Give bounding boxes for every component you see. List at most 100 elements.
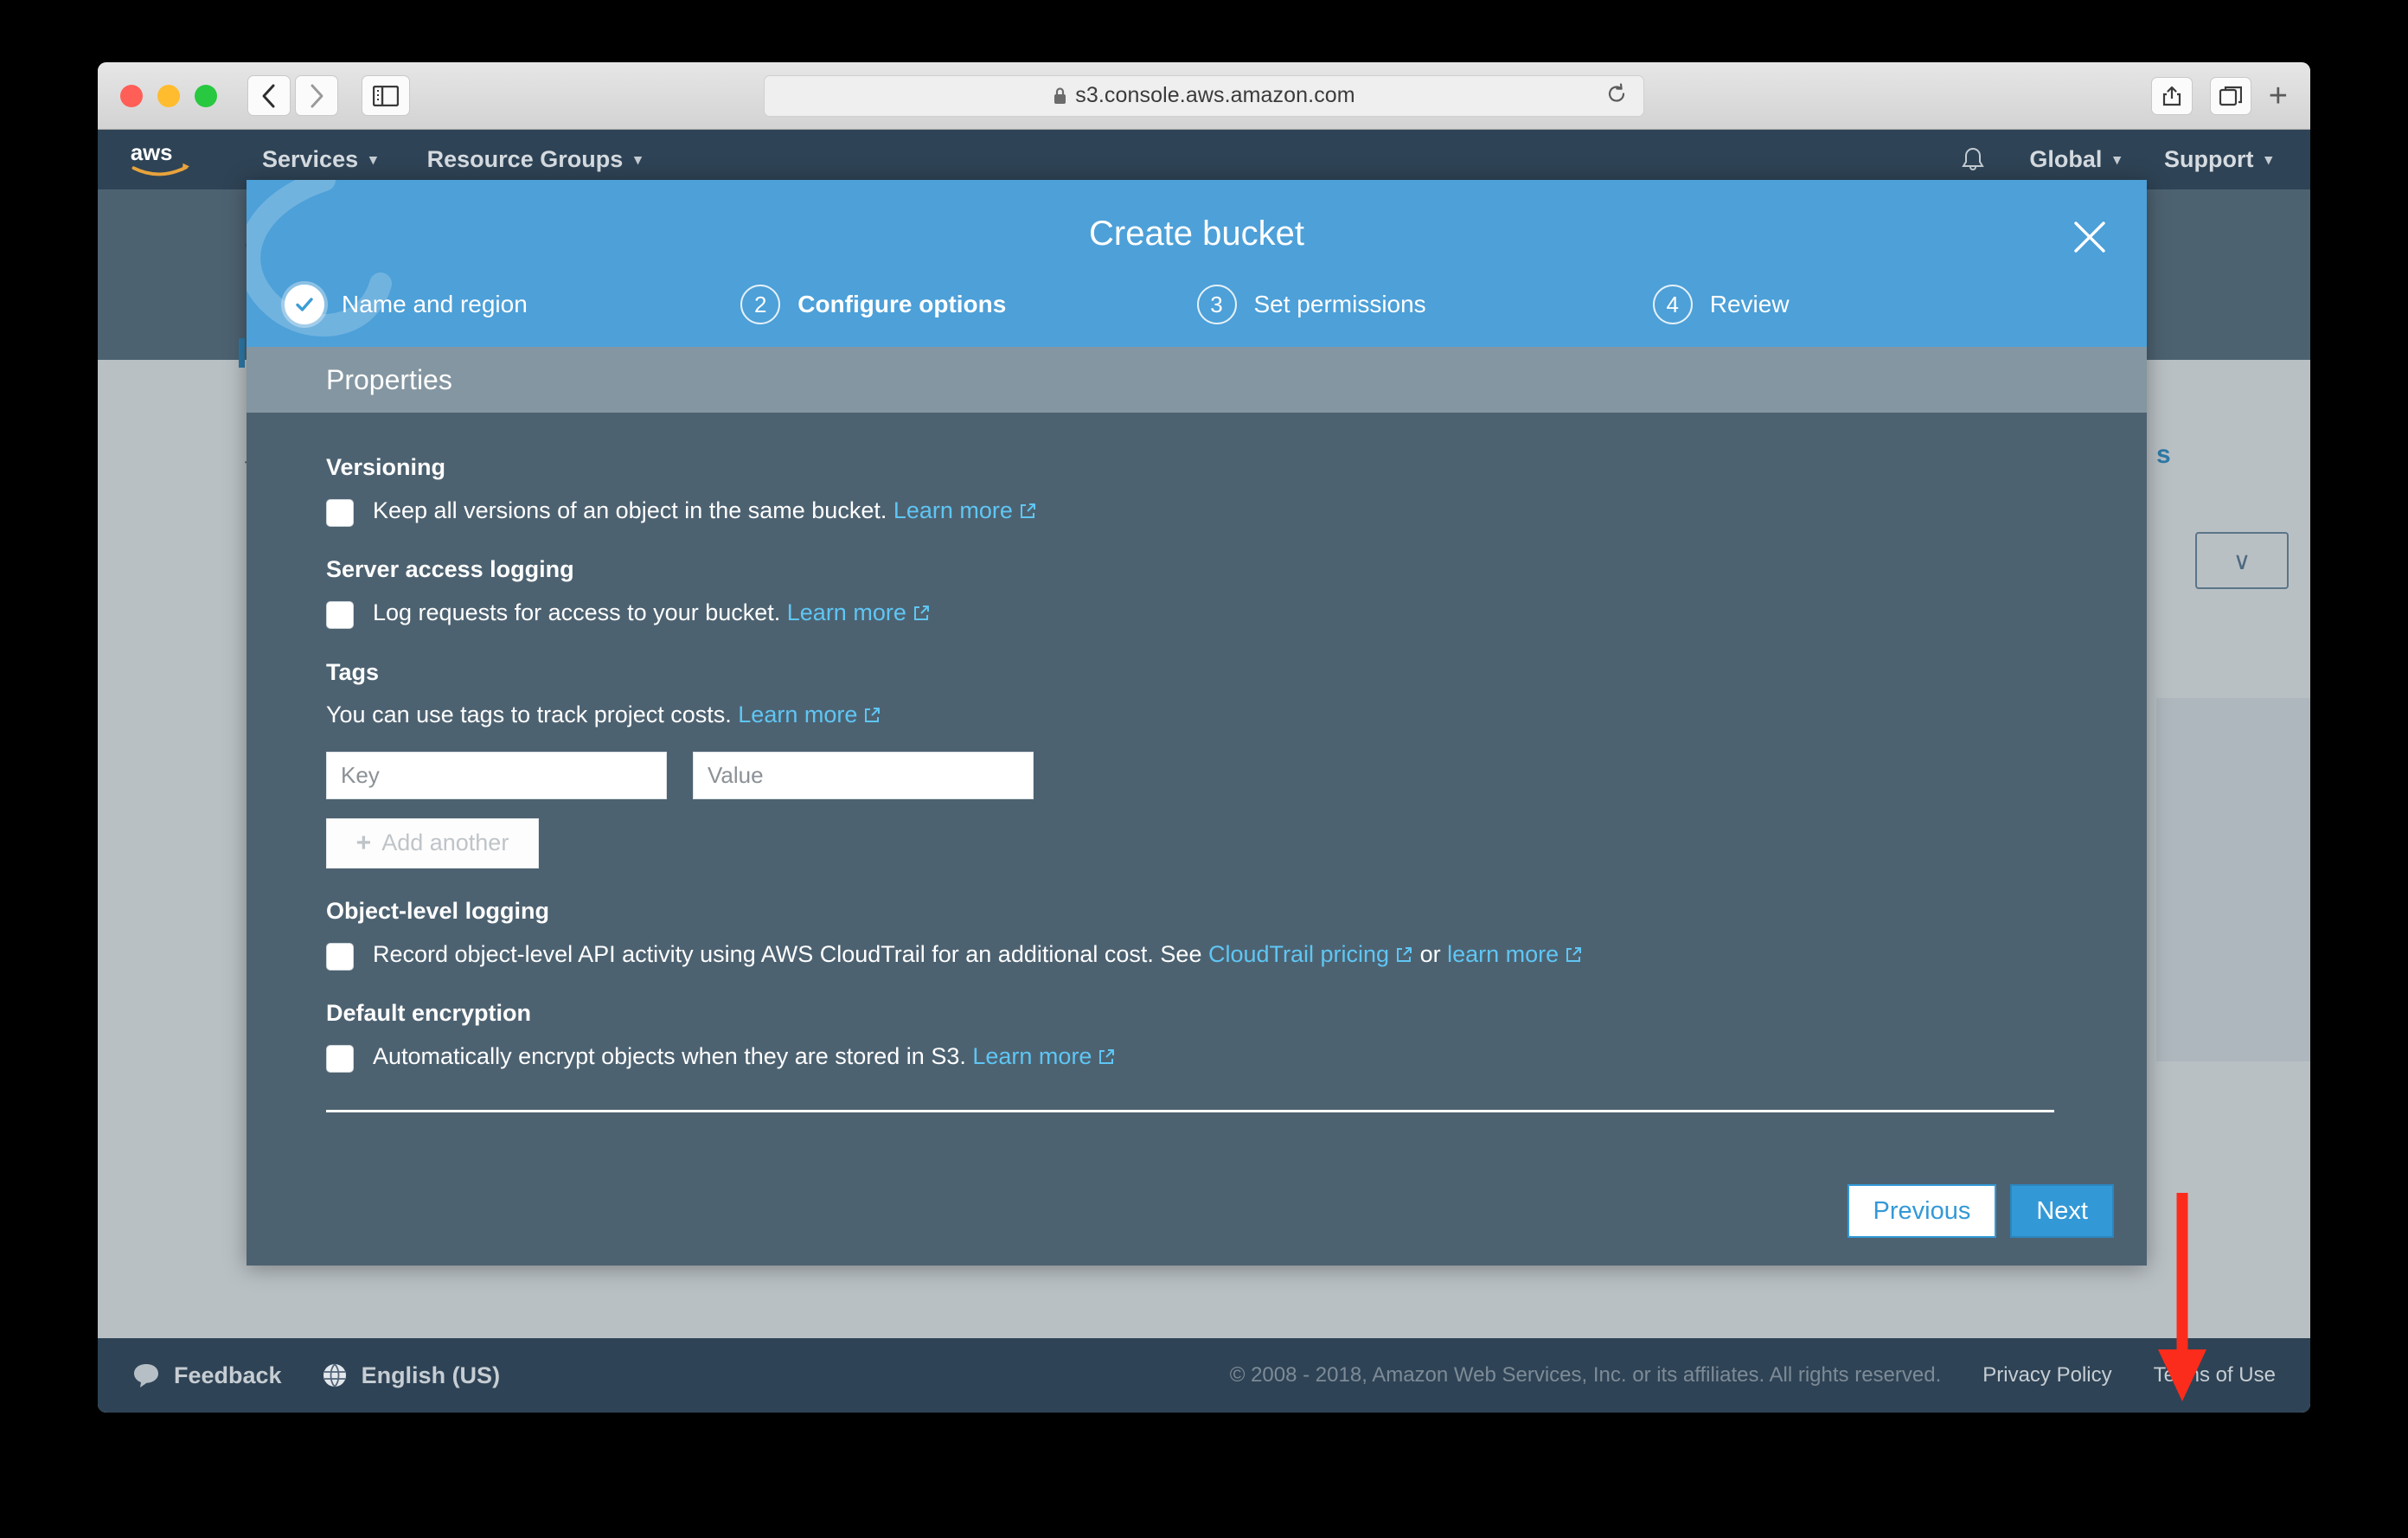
server-access-logging-description: Log requests for access to your bucket.	[373, 599, 781, 626]
default-encryption-learn-more-link[interactable]: Learn more	[972, 1043, 1092, 1069]
new-tab-button[interactable]: +	[2269, 80, 2288, 112]
browser-titlebar: s3.console.aws.amazon.com +	[98, 62, 2310, 130]
add-another-tag-button[interactable]: + Add another	[326, 817, 539, 868]
reload-button[interactable]	[1605, 82, 1628, 109]
versioning-learn-more-link[interactable]: Learn more	[893, 497, 1013, 523]
copyright-text: © 2008 - 2018, Amazon Web Services, Inc.…	[1229, 1363, 1942, 1387]
nav-item-services[interactable]: Services ▾	[262, 146, 377, 173]
versioning-description: Keep all versions of an object in the sa…	[373, 497, 887, 523]
share-button[interactable]	[2150, 76, 2193, 115]
minimize-window-button[interactable]	[157, 84, 180, 107]
default-encryption-description: Automatically encrypt objects when they …	[373, 1043, 966, 1070]
browser-toolbar-right: +	[2150, 76, 2288, 115]
tags-title: Tags	[326, 658, 380, 685]
browser-window: s3.console.aws.amazon.com + aws Services…	[98, 62, 2310, 1413]
dialog-footer-buttons: Previous Next	[1847, 1184, 2114, 1238]
url-text: s3.console.aws.amazon.com	[1075, 83, 1355, 107]
properties-title: Properties	[326, 363, 452, 395]
external-link-icon	[912, 601, 931, 629]
chevron-down-icon: ▾	[2264, 151, 2272, 168]
aws-nav-right: Global ▾ Support ▾	[1960, 145, 2272, 175]
default-encryption-option-row: Automatically encrypt objects when they …	[326, 1042, 2067, 1073]
external-link-icon	[1564, 943, 1583, 971]
wizard-step-configure-options[interactable]: 2 Configure options	[740, 285, 1196, 324]
object-level-logging-option-row: Record object-level API activity using A…	[326, 940, 2067, 971]
background-right-label: s	[2156, 440, 2171, 469]
tag-input-row: Key Value	[326, 751, 2067, 799]
server-access-logging-learn-more-link[interactable]: Learn more	[787, 599, 906, 625]
server-access-logging-title: Server access logging	[326, 556, 574, 583]
object-level-logging-checkbox[interactable]	[326, 942, 354, 971]
background-dropdown[interactable]: ∨	[2195, 532, 2289, 589]
aws-logo[interactable]: aws	[129, 141, 208, 177]
maximize-window-button[interactable]	[195, 84, 217, 107]
chevron-left-icon	[262, 84, 275, 107]
close-button[interactable]	[2067, 215, 2112, 260]
tag-key-input[interactable]: Key	[326, 751, 667, 799]
dialog-title: Create bucket	[1088, 215, 1305, 253]
add-another-label: Add another	[381, 830, 509, 856]
versioning-checkbox[interactable]	[326, 499, 354, 527]
create-bucket-dialog: Create bucket Name and region 2 Configur…	[247, 180, 2147, 1266]
object-level-logging-conjunction: or	[1419, 940, 1441, 967]
show-tabs-button[interactable]	[2209, 76, 2251, 115]
background-card	[2156, 698, 2310, 1061]
object-level-logging-description: Record object-level API activity using A…	[373, 940, 1202, 967]
feedback-button[interactable]: Feedback	[132, 1362, 282, 1389]
privacy-policy-link[interactable]: Privacy Policy	[1982, 1363, 2111, 1387]
server-access-logging-checkbox[interactable]	[326, 601, 354, 630]
default-encryption-text: Automatically encrypt objects when they …	[373, 1042, 1116, 1073]
sidebar-toggle-icon	[373, 85, 399, 106]
wizard-step-label: Configure options	[797, 291, 1007, 317]
nav-item-support[interactable]: Support ▾	[2164, 146, 2272, 173]
external-link-icon	[1394, 943, 1413, 971]
server-access-logging-text: Log requests for access to your bucket. …	[373, 599, 931, 629]
sidebar-toggle-button[interactable]	[362, 75, 410, 116]
window-controls	[120, 84, 217, 107]
footer-right-group: © 2008 - 2018, Amazon Web Services, Inc.…	[1230, 1363, 2276, 1387]
dialog-body: Versioning Keep all versions of an objec…	[247, 413, 2147, 1266]
default-encryption-checkbox[interactable]	[326, 1045, 354, 1073]
terms-of-use-link[interactable]: Terms of Use	[2154, 1363, 2276, 1387]
previous-button[interactable]: Previous	[1847, 1184, 1997, 1238]
step-number: 2	[740, 285, 781, 324]
bell-icon[interactable]	[1960, 145, 1986, 175]
group-server-access-logging: Server access logging Log requests for a…	[326, 556, 2067, 630]
wizard-step-set-permissions[interactable]: 3 Set permissions	[1196, 285, 1653, 324]
close-icon	[2074, 221, 2105, 253]
wizard-step-review[interactable]: 4 Review	[1652, 285, 2109, 324]
wizard-step-label: Review	[1709, 291, 1790, 317]
wizard-step-label: Set permissions	[1253, 291, 1426, 317]
close-window-button[interactable]	[120, 84, 143, 107]
tags-learn-more-link[interactable]: Learn more	[738, 702, 857, 727]
cloudtrail-pricing-link[interactable]: CloudTrail pricing	[1208, 941, 1389, 967]
step-check-icon	[285, 285, 324, 324]
nav-item-resource-groups[interactable]: Resource Groups ▾	[427, 146, 642, 173]
address-bar[interactable]: s3.console.aws.amazon.com	[764, 74, 1644, 117]
footer-left-group: Feedback English (US)	[132, 1362, 500, 1389]
show-tabs-icon	[2219, 86, 2242, 106]
object-level-logging-learn-more-link[interactable]: learn more	[1447, 941, 1559, 967]
step-number: 3	[1196, 285, 1237, 324]
versioning-option-row: Keep all versions of an object in the sa…	[326, 497, 2067, 527]
back-button[interactable]	[247, 75, 291, 116]
group-versioning: Versioning Keep all versions of an objec…	[326, 454, 2067, 527]
page-content: aws Services ▾ Resource Groups ▾ Global	[98, 130, 2310, 1413]
wizard-steps: Name and region 2 Configure options 3 Se…	[247, 285, 2147, 324]
nav-services-label: Services	[262, 146, 359, 172]
versioning-text: Keep all versions of an object in the sa…	[373, 497, 1037, 527]
nav-support-label: Support	[2163, 146, 2254, 172]
reload-icon	[1608, 82, 1625, 102]
language-button[interactable]: English (US)	[322, 1362, 500, 1389]
chevron-down-icon: ∨	[2232, 547, 2251, 574]
wizard-step-name-and-region[interactable]: Name and region	[285, 285, 740, 324]
speech-bubble-icon	[134, 1364, 158, 1387]
group-default-encryption: Default encryption Automatically encrypt…	[326, 1000, 2067, 1073]
tag-value-input[interactable]: Value	[693, 751, 1034, 799]
chevron-down-icon: ▾	[2113, 151, 2121, 168]
forward-button[interactable]	[295, 75, 338, 116]
check-icon	[296, 298, 313, 311]
nav-item-global[interactable]: Global ▾	[2029, 146, 2121, 173]
feedback-label: Feedback	[174, 1362, 282, 1388]
next-button[interactable]: Next	[2010, 1184, 2114, 1238]
